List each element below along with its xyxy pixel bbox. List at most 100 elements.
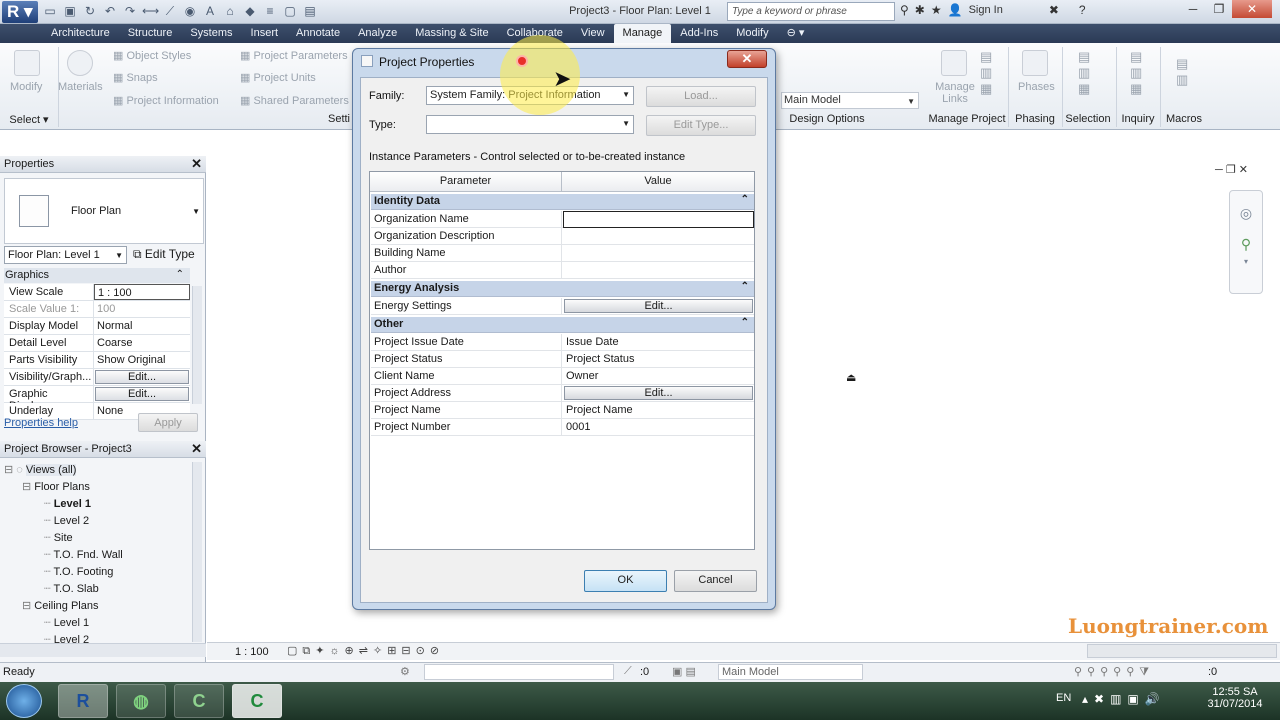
sign-in-link[interactable]: Sign In <box>969 4 1003 16</box>
grid-section-header[interactable]: Other ⌃ <box>371 317 754 333</box>
selection-icons[interactable]: ▤ ▥ ▦ <box>1078 49 1090 97</box>
favorites-icon[interactable]: ★ <box>931 3 942 17</box>
edit-button[interactable]: Edit... <box>564 299 753 313</box>
parameter-row[interactable]: Author <box>371 262 754 279</box>
browser-item[interactable]: ┈ Level 2 <box>44 514 89 527</box>
project-units-button[interactable]: ▦ Project Units <box>240 71 316 84</box>
property-row[interactable]: Graphic Displa...Edit... <box>4 386 190 412</box>
tree-expander-icon[interactable]: ┈ <box>44 617 54 629</box>
project-parameters-button[interactable]: ▦ Project Parameters <box>240 49 348 62</box>
exchange-icon[interactable]: ✖ <box>1049 3 1059 17</box>
search-input[interactable]: Type a keyword or phrase <box>727 2 895 21</box>
parameter-value-field[interactable]: Project Status <box>563 351 754 368</box>
property-value[interactable]: Show Original <box>94 352 190 368</box>
macros-icons[interactable]: ▤ ▥ <box>1176 56 1188 88</box>
property-row[interactable]: Display Model Normal <box>4 318 190 335</box>
workset-select[interactable] <box>424 664 614 680</box>
parameter-row[interactable]: Project Number 0001 <box>371 419 754 436</box>
ok-button[interactable]: OK <box>584 570 667 592</box>
close-icon[interactable]: ✕ <box>191 441 202 457</box>
parameter-value-field[interactable] <box>563 211 754 228</box>
grid-section-header[interactable]: Identity Data ⌃ <box>371 194 754 210</box>
tree-expander-icon[interactable]: ⊟ ◌ <box>4 464 26 476</box>
browser-item[interactable]: ┈ T.O. Slab <box>44 582 99 595</box>
tab-manage[interactable]: Manage <box>613 24 672 43</box>
snaps-button[interactable]: ▦ Snaps <box>113 71 158 84</box>
chevron-down-icon[interactable]: ▼ <box>192 207 200 216</box>
type-select[interactable]: ▼ <box>426 115 634 134</box>
navigation-bar[interactable]: ◎ ⚲ ▾ <box>1229 190 1263 294</box>
shared-parameters-button[interactable]: ▦ Shared Parameters <box>240 94 349 107</box>
cancel-button[interactable]: Cancel <box>674 570 757 592</box>
language-indicator[interactable]: EN <box>1056 692 1071 704</box>
import-icon[interactable]: ▤ ▥ ▦ <box>980 49 992 97</box>
parameter-value-field[interactable]: Issue Date <box>563 334 754 351</box>
tab-structure[interactable]: Structure <box>119 24 182 43</box>
parameter-row[interactable]: Project Name Project Name <box>371 402 754 419</box>
property-value[interactable]: Normal <box>94 318 190 334</box>
property-value[interactable]: 1 : 100 <box>94 284 190 300</box>
edit-type-button[interactable]: ⧉ Edit Type <box>133 247 195 262</box>
tab-systems[interactable]: Systems <box>181 24 241 43</box>
parameter-value-field[interactable]: 0001 <box>563 419 754 436</box>
browser-item[interactable]: ┈ Level 1 <box>44 497 91 510</box>
collapse-icon[interactable]: ⌃ <box>741 194 749 205</box>
tab-insert[interactable]: Insert <box>242 24 288 43</box>
tree-expander-icon[interactable]: ┈ <box>44 515 54 527</box>
browser-item[interactable]: ⊟ Ceiling Plans <box>22 599 98 612</box>
close-icon[interactable]: ✕ <box>727 50 767 68</box>
steering-wheel-icon[interactable]: ◎ <box>1230 205 1262 222</box>
taskbar-revit-icon[interactable]: R <box>58 684 108 718</box>
design-options-icon[interactable]: ▣ ▤ <box>672 665 696 678</box>
properties-scrollbar[interactable] <box>192 286 202 404</box>
property-row[interactable]: Scale Value 1: 100 <box>4 301 190 318</box>
browser-scrollbar[interactable] <box>192 462 202 642</box>
apply-button[interactable]: Apply <box>138 413 198 432</box>
select-panel-label[interactable]: Select ▾ <box>6 113 52 126</box>
load-button[interactable]: Load... <box>646 86 756 107</box>
properties-help-link[interactable]: Properties help <box>4 417 78 429</box>
browser-hscrollbar[interactable] <box>0 643 206 657</box>
instance-filter-select[interactable]: Floor Plan: Level 1 ▼ <box>4 246 127 264</box>
tray-icons[interactable]: ▴✖▥▣🔊 <box>1082 692 1166 706</box>
start-button[interactable] <box>6 684 42 718</box>
tab-massing-site[interactable]: Massing & Site <box>406 24 497 43</box>
property-value[interactable]: 100 <box>94 301 190 317</box>
tab-view[interactable]: View <box>572 24 614 43</box>
tree-expander-icon[interactable]: ⊟ <box>22 481 34 493</box>
parameter-row[interactable]: Client Name Owner <box>371 368 754 385</box>
edit-button[interactable]: Edit... <box>95 387 189 401</box>
tab-annotate[interactable]: Annotate <box>287 24 349 43</box>
view-control-icons[interactable]: ▢⧉✦☼⊕⇌✧⊞⊟⊙⊘ <box>287 644 444 658</box>
close-icon[interactable]: ✕ <box>1232 0 1272 18</box>
tree-expander-icon[interactable]: ┈ <box>44 498 54 510</box>
browser-item[interactable]: ⊟ Floor Plans <box>22 480 90 493</box>
tab-modify[interactable]: Modify <box>727 24 777 43</box>
ribbon-minimize-icon[interactable]: ⊖ ▾ <box>778 24 814 43</box>
taskbar-camtasia-recorder-icon[interactable]: C <box>232 684 282 718</box>
browser-item[interactable]: ⊟ ◌ Views (all) <box>4 463 77 476</box>
phases-icon[interactable] <box>1022 50 1048 76</box>
object-styles-button[interactable]: ▦ Object Styles <box>113 49 191 62</box>
parameter-row[interactable]: Energy Settings Edit... <box>371 298 754 315</box>
edit-button[interactable]: Edit... <box>95 370 189 384</box>
selection-filter-icons[interactable]: ⚲⚲⚲⚲⚲⧩ <box>1074 665 1154 679</box>
binoculars-icon[interactable]: ⚲ <box>900 3 909 17</box>
property-row[interactable]: Detail Level Coarse <box>4 335 190 352</box>
property-row[interactable]: Visibility/Graph... Edit... <box>4 369 190 386</box>
parameter-value-field[interactable] <box>563 245 754 262</box>
property-value[interactable]: Coarse <box>94 335 190 351</box>
tab-architecture[interactable]: Architecture <box>42 24 119 43</box>
collapse-icon[interactable]: ⌃ <box>741 317 749 328</box>
modify-icon[interactable] <box>14 50 40 76</box>
tree-expander-icon[interactable]: ┈ <box>44 532 54 544</box>
canvas-hscrollbar[interactable] <box>1087 644 1277 658</box>
design-option-select[interactable]: Main Model <box>718 664 863 680</box>
materials-icon[interactable] <box>67 50 93 76</box>
parameter-row[interactable]: Project Status Project Status <box>371 351 754 368</box>
parameter-value-field[interactable]: Project Name <box>563 402 754 419</box>
parameter-column-header[interactable]: Parameter <box>370 172 562 192</box>
parameter-row[interactable]: Project Address Edit... <box>371 385 754 402</box>
tab-add-ins[interactable]: Add-Ins <box>671 24 727 43</box>
tree-expander-icon[interactable]: ⊟ <box>22 600 34 612</box>
